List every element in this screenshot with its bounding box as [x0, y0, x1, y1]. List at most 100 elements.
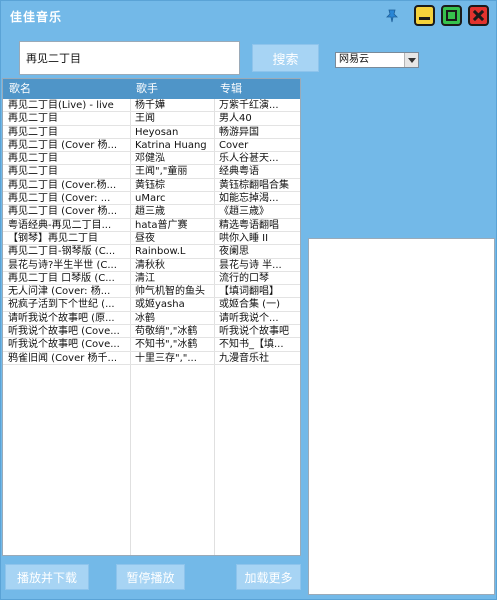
cell-singer: 苟敬绡","冰鹤 — [135, 326, 198, 338]
cell-song: 【钢琴】再见二丁目 — [8, 232, 98, 244]
lyrics-panel — [308, 238, 495, 595]
cell-album: 男人40 — [219, 113, 252, 125]
cell-album: 【填词翻唱】 — [219, 286, 279, 298]
cell-album: 万紫千红演... — [219, 100, 279, 111]
table-row[interactable]: 鸦雀旧闻 (Cover 杨千... 十里三存","... 九漫音乐社 — [3, 352, 300, 365]
cell-album: 夜阑思 — [219, 246, 249, 258]
table-row[interactable]: 再见二丁目 王闻 男人40 — [3, 112, 300, 126]
cell-song: 无人问津 (Cover: 杨... — [8, 286, 111, 298]
chevron-down-icon[interactable] — [404, 53, 418, 67]
table-row[interactable]: 昙花与诗?半生半世 (C... 清秋秋 昙花与诗 半... — [3, 259, 300, 272]
cell-singer: 黄钰棕 — [135, 179, 165, 191]
close-button[interactable] — [468, 5, 489, 26]
cell-singer: 或姬yasha — [135, 299, 185, 311]
table-row[interactable]: 再见二丁目 邓健泓 乐人谷甚天... — [3, 152, 300, 166]
cell-album: Cover — [219, 139, 249, 151]
cell-song: 鸦雀旧闻 (Cover 杨千... — [8, 352, 118, 364]
table-row[interactable]: 再见二丁目 (Cover.杨... 黄钰棕 黄钰棕翻唱合集 — [3, 179, 300, 193]
search-button[interactable]: 搜索 — [252, 44, 319, 72]
table-row[interactable]: 再见二丁目-钢琴版 (C... Rainbow.L 夜阑思 — [3, 245, 300, 259]
column-header-album[interactable]: 专辑 — [214, 79, 242, 99]
table-row[interactable]: 祝疯子活到下个世纪 (... 或姬yasha 或姬合集 (一) — [3, 298, 300, 312]
cell-album: 请听我说个... — [219, 312, 279, 324]
app-window: 佳佳音乐 搜索 网易云 歌名 歌手 专辑 再见二丁目(Live) - live 杨… — [0, 0, 497, 600]
table-header: 歌名 歌手 专辑 — [3, 79, 300, 99]
cell-album: 如能忘掉渴... — [219, 193, 279, 205]
cell-album: 听我说个故事吧 — [219, 326, 289, 338]
pin-icon[interactable] — [384, 8, 400, 24]
cell-album: 九漫音乐社 — [219, 352, 269, 364]
pause-button[interactable]: 暂停播放 — [116, 564, 185, 590]
cell-singer: Heyosan — [135, 126, 179, 138]
cell-song: 再见二丁目 — [8, 153, 58, 165]
cell-song: 再见二丁目 (Cover.杨... — [8, 179, 117, 191]
source-select[interactable]: 网易云 — [335, 52, 419, 68]
table-row[interactable]: 听我说个故事吧 (Cove... 不知书","冰鹤 不知书_【填... — [3, 338, 300, 352]
cell-album: 黄钰棕翻唱合集 — [219, 179, 289, 191]
cell-song: 再见二丁目 口琴版 (C... — [8, 272, 115, 284]
cell-singer: 十里三存","... — [135, 352, 197, 364]
cell-singer: uMarc — [135, 193, 166, 205]
table-row[interactable]: 再见二丁目 王闻","童丽 经典粤语 — [3, 165, 300, 179]
cell-album: 精选粤语翻唱 — [219, 219, 279, 231]
load-more-button[interactable]: 加载更多 — [236, 564, 301, 590]
cell-song: 听我说个故事吧 (Cove... — [8, 339, 120, 351]
song-table: 歌名 歌手 专辑 再见二丁目(Live) - live 杨千嬅 万紫千红演... 再见… — [2, 78, 301, 556]
play-download-button[interactable]: 播放并下载 — [5, 564, 89, 590]
table-row[interactable]: 听我说个故事吧 (Cove... 苟敬绡","冰鹤 听我说个故事吧 — [3, 325, 300, 339]
cell-song: 再见二丁目 (Cover 杨... — [8, 206, 118, 218]
table-row[interactable]: 再见二丁目 (Cover 杨... Katrina Huang Cover — [3, 139, 300, 153]
cell-singer: 冰鹤 — [135, 312, 155, 324]
cell-song: 再见二丁目(Live) - live — [8, 100, 114, 111]
cell-album: 流行的口琴 — [219, 272, 269, 284]
cell-song: 再见二丁目 (Cover: ... — [8, 193, 111, 205]
cell-song: 祝疯子活到下个世纪 (... — [8, 299, 115, 311]
source-selected-value: 网易云 — [339, 54, 369, 65]
cell-song: 昙花与诗?半生半世 (C... — [8, 259, 117, 271]
table-row[interactable]: 再见二丁目 (Cover: ... uMarc 如能忘掉渴... — [3, 192, 300, 206]
cell-singer: Katrina Huang — [135, 139, 207, 151]
column-header-singer[interactable]: 歌手 — [130, 79, 158, 99]
cell-singer: 清江 — [135, 272, 155, 284]
cell-singer: 杨千嬅 — [135, 100, 165, 111]
cell-song: 再见二丁目 — [8, 166, 58, 178]
cell-singer: 清秋秋 — [135, 259, 165, 271]
table-row[interactable]: 再见二丁目 口琴版 (C... 清江 流行的口琴 — [3, 272, 300, 286]
cell-song: 再见二丁目-钢琴版 (C... — [8, 246, 116, 258]
table-row[interactable]: 再见二丁目 Heyosan 畅游异国 — [3, 126, 300, 139]
info-panel — [308, 78, 493, 235]
cell-song: 粤语经典-再见二丁目... — [8, 219, 112, 231]
cell-singer: Rainbow.L — [135, 246, 186, 258]
maximize-button[interactable] — [441, 5, 462, 26]
cell-album: 或姬合集 (一) — [219, 299, 280, 311]
search-input[interactable] — [19, 41, 240, 75]
cell-album: 不知书_【填... — [219, 339, 284, 351]
table-row[interactable]: 【钢琴】再见二丁目 昼夜 哄你入睡 II — [3, 232, 300, 246]
cell-singer: 昼夜 — [135, 232, 155, 244]
cell-singer: 邓健泓 — [135, 153, 165, 165]
cell-song: 再见二丁目 (Cover 杨... — [8, 139, 118, 151]
cell-album: 昙花与诗 半... — [219, 259, 282, 271]
column-header-song[interactable]: 歌名 — [3, 79, 31, 99]
table-row[interactable]: 粤语经典-再见二丁目... hata普广赛 精选粤语翻唱 — [3, 219, 300, 232]
cell-song: 请听我说个故事吧 (原... — [8, 312, 115, 324]
cell-singer: 趙三歳 — [135, 206, 165, 218]
cell-singer: 不知书","冰鹤 — [135, 339, 198, 351]
cell-album: 乐人谷甚天... — [219, 153, 279, 165]
table-row[interactable]: 请听我说个故事吧 (原... 冰鹤 请听我说个... — [3, 312, 300, 326]
table-row[interactable]: 无人问津 (Cover: 杨... 帅气机智的鱼头 【填词翻唱】 — [3, 285, 300, 299]
table-row[interactable]: 再见二丁目(Live) - live 杨千嬅 万紫千红演... — [3, 99, 300, 113]
minimize-button[interactable] — [414, 5, 435, 26]
cell-singer: 王闻 — [135, 113, 155, 125]
table-body: 再见二丁目(Live) - live 杨千嬅 万紫千红演... 再见二丁目 王闻 男人40… — [3, 99, 300, 365]
cell-song: 再见二丁目 — [8, 113, 58, 125]
cell-album: 畅游异国 — [219, 126, 259, 138]
table-row[interactable]: 再见二丁目 (Cover 杨... 趙三歳 《趙三歳》 — [3, 205, 300, 219]
cell-singer: 帅气机智的鱼头 — [135, 286, 205, 298]
title-bar: 佳佳音乐 — [1, 1, 496, 33]
cell-album: 哄你入睡 II — [219, 232, 269, 244]
cell-album: 《趙三歳》 — [219, 206, 269, 218]
cell-song: 听我说个故事吧 (Cove... — [8, 326, 120, 338]
cell-song: 再见二丁目 — [8, 126, 58, 138]
cell-singer: 王闻","童丽 — [135, 166, 188, 178]
